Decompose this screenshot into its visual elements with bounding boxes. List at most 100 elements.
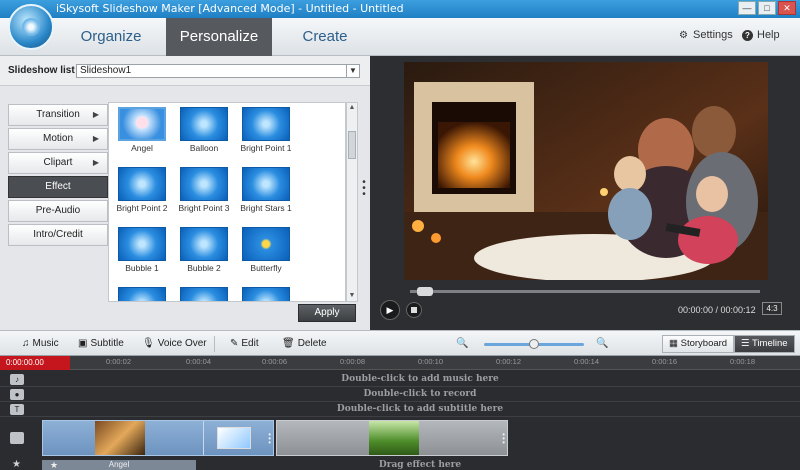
category-label: Clipart (43, 157, 73, 168)
effect-angel[interactable]: Angel (111, 103, 173, 153)
media-track-icon (10, 432, 24, 444)
zoom-in-icon: 🔍 (596, 338, 609, 349)
minimize-button[interactable]: — (738, 1, 756, 15)
category-label: Transition (36, 109, 80, 120)
balloon-thumbnail (180, 107, 228, 141)
effect-label: Balloon (189, 143, 219, 153)
effect-bright-stars-1[interactable]: Bright Stars 1 (235, 163, 297, 213)
effect-bright-point-1[interactable]: Bright Point 1 (235, 103, 297, 153)
apply-button[interactable]: Apply (298, 304, 356, 322)
music-button[interactable]: ♫ Music (22, 338, 59, 349)
ruler-tick: 0:00:04 (186, 357, 212, 366)
music-track[interactable]: ♪ Double-click to add music here (0, 372, 800, 387)
slideshow-select[interactable]: Slideshow1 ▼ (76, 64, 360, 78)
media-clip[interactable]: • • • (276, 420, 508, 456)
category-clipart[interactable]: Clipart ▶ (8, 152, 108, 174)
toolbar-divider (214, 336, 215, 352)
effect-bright-point-2[interactable]: Bright Point 2 (111, 163, 173, 213)
category-transition[interactable]: Transition ▶ (8, 104, 108, 126)
effect-butterfly[interactable]: Butterfly (235, 223, 297, 273)
close-button[interactable]: ✕ (778, 1, 796, 15)
category-label: Motion (42, 133, 73, 144)
seek-bar[interactable] (410, 287, 760, 296)
category-label: Effect (45, 181, 71, 192)
clip-divider (203, 421, 204, 455)
ruler-tick: 0:00:12 (496, 357, 522, 366)
clip-grip-icon[interactable]: • • • (502, 431, 505, 447)
clip-thumbnail (369, 421, 419, 455)
butterfly-thumbnail (242, 227, 290, 261)
effect-next-row[interactable] (173, 283, 235, 301)
category-motion[interactable]: Motion ▶ (8, 128, 108, 150)
time-ruler[interactable]: 0:00:00.00 0:00:02 0:00:04 0:00:06 0:00:… (0, 356, 800, 370)
settings-label: Settings (693, 29, 733, 41)
effect-balloon[interactable]: Balloon (173, 103, 235, 153)
play-icon[interactable]: ▶ (380, 300, 400, 320)
storyboard-button[interactable]: ▦ Storyboard (662, 335, 735, 353)
zoom-out-button[interactable]: 🔍 (456, 338, 468, 349)
stop-icon[interactable] (406, 302, 422, 318)
scroll-up-icon[interactable]: ▲ (347, 103, 357, 113)
zoom-slider-handle[interactable] (529, 339, 539, 349)
aspect-ratio-button[interactable]: 4:3 (762, 302, 782, 315)
effect-bubble-1[interactable]: Bubble 1 (111, 223, 173, 273)
record-track[interactable]: ● Double-click to record (0, 387, 800, 402)
arrow-right-icon: ▶ (92, 134, 99, 143)
zoom-out-icon: 🔍 (456, 338, 469, 349)
personalize-panel: Transition ▶ Motion ▶ Clipart ▶ Effect Pre-… (0, 86, 370, 330)
maximize-button[interactable]: □ (758, 1, 776, 15)
help-link[interactable]: ? Help (742, 29, 780, 41)
subtitle-track[interactable]: T Double-click to add subtitle here (0, 402, 800, 417)
clip-grip-icon[interactable]: • • • (268, 431, 271, 447)
ruler-tick: 0:00:16 (652, 357, 678, 366)
tab-personalize[interactable]: Personalize (166, 18, 272, 56)
media-clip[interactable]: • • • (42, 420, 274, 456)
effect-label: Butterfly (250, 263, 282, 273)
category-intro-credit[interactable]: Intro/Credit (8, 224, 108, 246)
panel-splitter[interactable]: • • • (360, 178, 368, 200)
effect-track-hint: Drag effect here (378, 460, 462, 470)
preview-video (404, 62, 768, 280)
bright-stars-thumbnail (242, 167, 290, 201)
timeline-area: 0:00:00.00 0:00:02 0:00:04 0:00:06 0:00:… (0, 356, 800, 470)
delete-label: Delete (297, 338, 327, 349)
subtitle-button[interactable]: ▣ Subtitle (78, 338, 124, 349)
seek-handle[interactable] (416, 287, 433, 296)
tab-create[interactable]: Create (272, 18, 378, 56)
delete-button[interactable]: 🗑 Delete (282, 338, 327, 349)
bright-point-thumbnail (118, 167, 166, 201)
music-track-hint: Double-click to add music here (341, 374, 499, 384)
window-controls: — □ ✕ (738, 1, 796, 15)
settings-link[interactable]: ⚙ Settings (678, 29, 733, 41)
scroll-thumb[interactable] (348, 131, 356, 159)
zoom-slider[interactable] (484, 339, 584, 349)
voice-over-button[interactable]: 🎙 Voice Over (142, 338, 207, 349)
effect-bubble-2[interactable]: Bubble 2 (173, 223, 235, 273)
effect-track[interactable]: ★ ★ Angel Drag effect here (0, 459, 800, 470)
subtitle-track-hint: Double-click to add subtitle here (336, 404, 504, 414)
scroll-down-icon[interactable]: ▼ (347, 291, 357, 301)
edit-label: Edit (241, 338, 259, 349)
effect-label: Bubble 2 (187, 263, 221, 273)
timeline-button[interactable]: ☰ Timeline (734, 335, 795, 353)
tab-organize[interactable]: Organize (58, 18, 164, 56)
window-title: iSkysoft Slideshow Maker [Advanced Mode]… (56, 2, 404, 15)
effect-next-row[interactable] (111, 283, 173, 301)
title-bar: iSkysoft Slideshow Maker [Advanced Mode]… (0, 0, 800, 18)
category-effect[interactable]: Effect (8, 176, 108, 198)
app-logo (8, 4, 54, 50)
edit-button[interactable]: ✎ Edit (230, 338, 259, 349)
storyboard-icon: ▦ (669, 338, 681, 349)
effect-bright-point-3[interactable]: Bright Point 3 (173, 163, 235, 213)
effect-scrollbar[interactable]: ▲ ▼ (346, 102, 358, 302)
pencil-icon: ✎ (230, 338, 239, 349)
effect-label: Bright Point 3 (178, 203, 230, 213)
chevron-down-icon[interactable]: ▼ (346, 65, 359, 77)
main-nav: Organize Personalize Create ⚙ Settings ?… (0, 18, 800, 56)
transition-thumbnail[interactable] (217, 427, 251, 449)
zoom-in-button[interactable]: 🔍 (596, 338, 608, 349)
category-pre-audio[interactable]: Pre-Audio (8, 200, 108, 222)
ruler-tick: 0:00:06 (262, 357, 288, 366)
slideshow-select-value: Slideshow1 (80, 65, 132, 76)
effect-next-row[interactable] (235, 283, 297, 301)
